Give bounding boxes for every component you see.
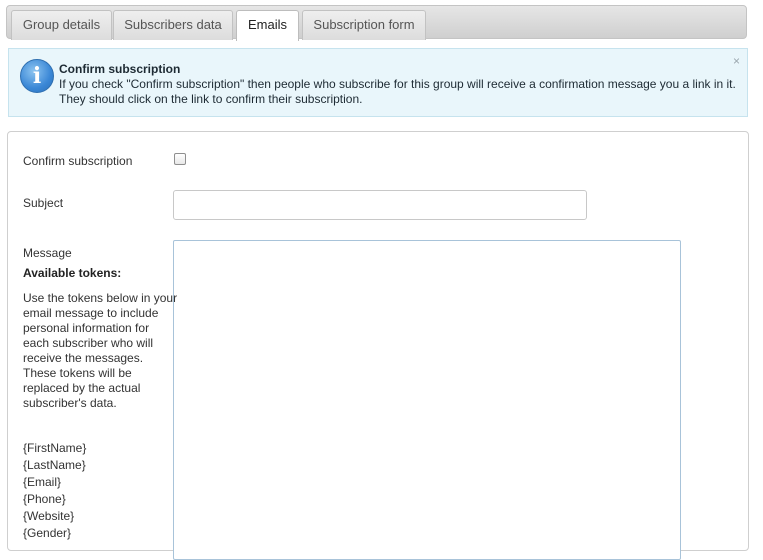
alert-title: Confirm subscription [59,62,181,76]
token-item: {Website} [23,509,75,523]
token-list: {FirstName} {LastName} {Email} {Phone} {… [23,440,86,542]
token-item: {LastName} [23,458,86,472]
tab-emails[interactable]: Emails [236,10,299,41]
confirm-subscription-label: Confirm subscription [23,154,133,168]
token-item: {FirstName} [23,441,87,455]
tab-subscribers-data[interactable]: Subscribers data [113,10,233,40]
subject-label: Subject [23,196,64,210]
token-item: {Gender} [23,526,72,540]
close-icon[interactable]: × [733,54,740,68]
subject-input[interactable] [173,190,587,220]
message-label: Message [23,246,72,260]
info-alert: i Confirm subscription If you check "Con… [8,48,748,117]
tokens-description: Use the tokens below in your email messa… [23,291,178,410]
email-settings-panel: Confirm subscription Subject Message Ava… [7,131,749,560]
tab-group-details[interactable]: Group details [11,10,112,40]
confirm-subscription-checkbox[interactable] [174,153,186,165]
token-item: {Email} [23,475,62,489]
tab-bar: Group details Subscribers data Emails Su… [6,5,747,41]
tokens-title: Available tokens: [23,266,122,280]
message-textarea[interactable] [173,240,681,560]
info-icon: i [20,59,54,93]
alert-text: If you check "Confirm subscription" then… [59,77,736,106]
token-item: {Phone} [23,492,66,506]
tab-subscription-form[interactable]: Subscription form [302,10,426,40]
